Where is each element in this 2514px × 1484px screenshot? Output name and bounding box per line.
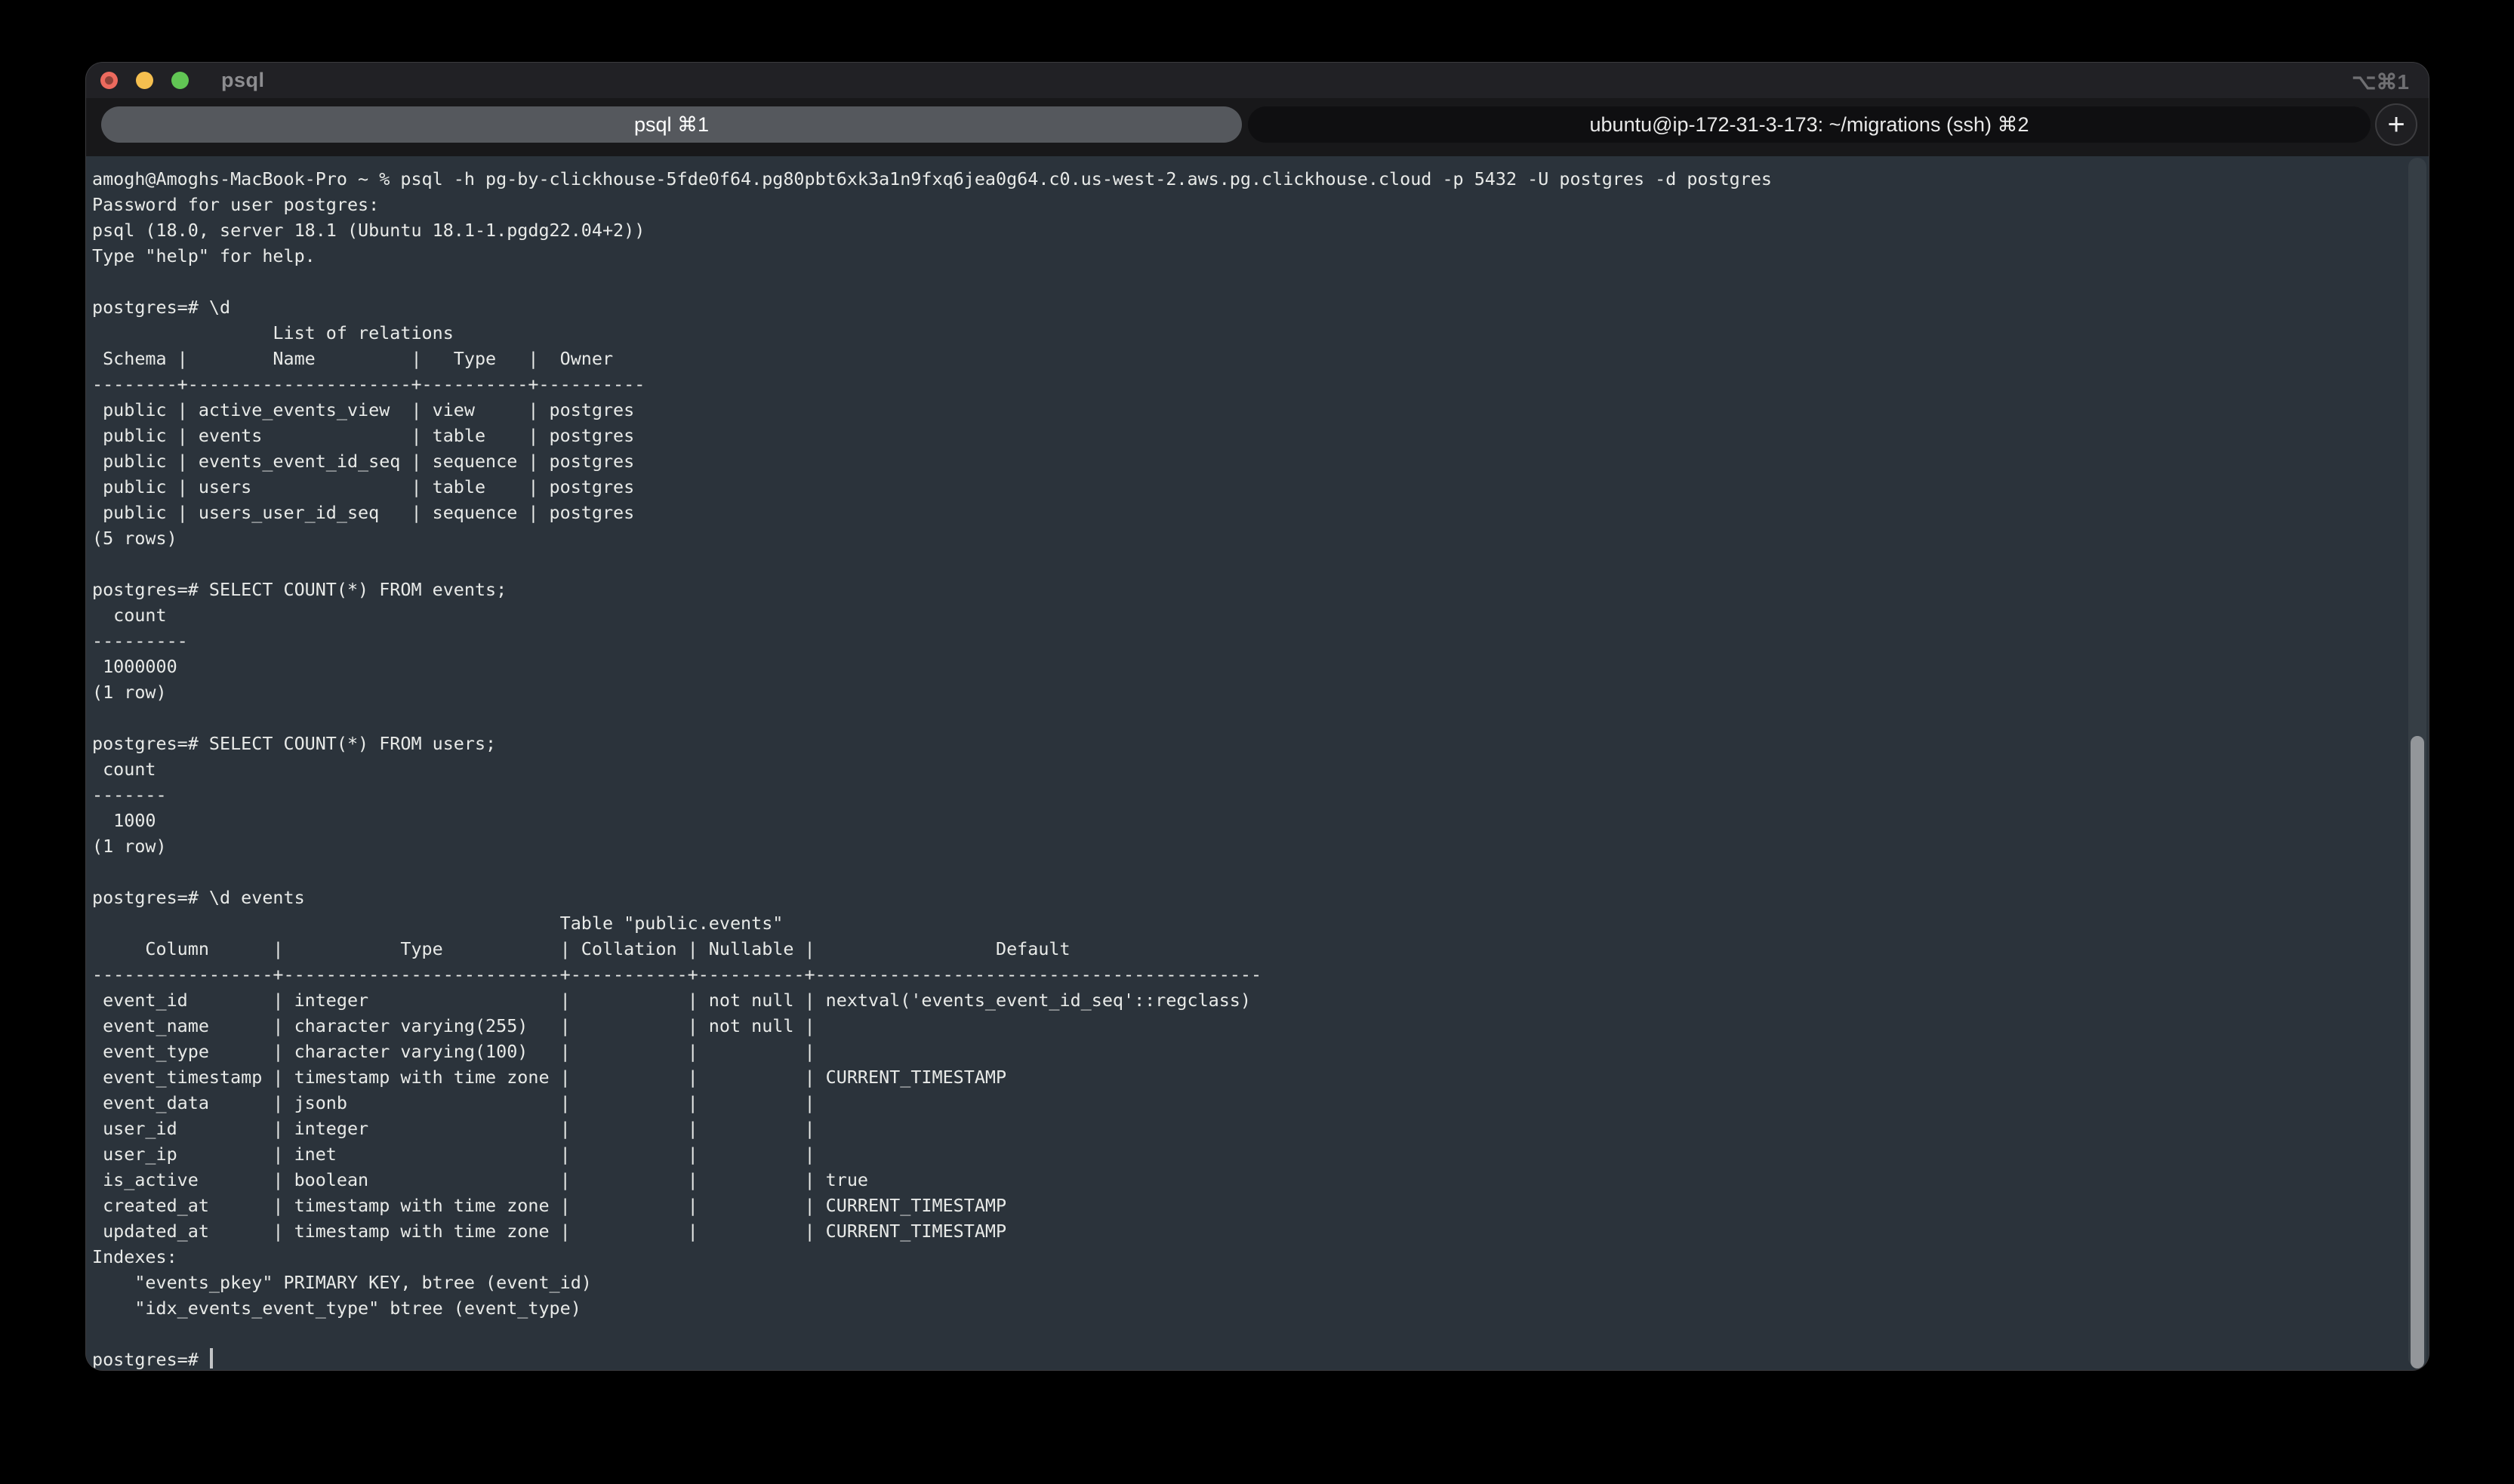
terminal-line: updated_at | timestamp with time zone | …: [92, 1218, 2429, 1244]
terminal-line: --------+---------------------+---------…: [92, 371, 2429, 397]
terminal-line: Table "public.events": [92, 910, 2429, 936]
terminal-line: Indexes:: [92, 1244, 2429, 1270]
terminal-line: is_active | boolean | | | true: [92, 1167, 2429, 1193]
terminal-line: [92, 269, 2429, 294]
terminal-line: event_timestamp | timestamp with time zo…: [92, 1064, 2429, 1090]
terminal-line: "idx_events_event_type" btree (event_typ…: [92, 1295, 2429, 1321]
tab-psql[interactable]: psql ⌘1: [101, 106, 1242, 143]
terminal-cursor: [210, 1348, 213, 1369]
terminal-line: count: [92, 602, 2429, 628]
terminal-line: 1000000: [92, 654, 2429, 679]
new-tab-button[interactable]: +: [2375, 103, 2417, 146]
terminal-line: List of relations: [92, 320, 2429, 346]
tab-ssh-migrations-label: ubuntu@ip-172-31-3-173: ~/migrations (ss…: [1590, 113, 2029, 137]
minimize-button[interactable]: [136, 72, 153, 89]
close-button[interactable]: [100, 72, 118, 89]
terminal-line: [92, 705, 2429, 731]
plus-icon: +: [2387, 106, 2405, 143]
traffic-lights: [100, 72, 189, 89]
terminal-line: [92, 1321, 2429, 1347]
terminal-line: amogh@Amoghs-MacBook-Pro ~ % psql -h pg-…: [92, 166, 2429, 192]
terminal-line: event_id | integer | | not null | nextva…: [92, 987, 2429, 1013]
terminal-line: [92, 859, 2429, 885]
terminal-prompt: postgres=#: [92, 1349, 209, 1370]
terminal-line: public | events_event_id_seq | sequence …: [92, 448, 2429, 474]
terminal-window: psql ⌥⌘1 psql ⌘1 ubuntu@ip-172-31-3-173:…: [86, 63, 2429, 1370]
window-shortcut-hint: ⌥⌘1: [2352, 69, 2409, 94]
terminal-line: public | active_events_view | view | pos…: [92, 397, 2429, 423]
terminal-line: event_type | character varying(100) | | …: [92, 1039, 2429, 1064]
terminal-line: ---------: [92, 628, 2429, 654]
terminal-line: 1000: [92, 808, 2429, 833]
terminal-prompt-line: postgres=#: [92, 1347, 2429, 1370]
terminal[interactable]: amogh@Amoghs-MacBook-Pro ~ % psql -h pg-…: [86, 156, 2429, 1370]
terminal-line: public | users_user_id_seq | sequence | …: [92, 500, 2429, 525]
terminal-line: [92, 551, 2429, 577]
terminal-line: postgres=# SELECT COUNT(*) FROM users;: [92, 731, 2429, 756]
terminal-line: public | events | table | postgres: [92, 423, 2429, 448]
terminal-line: user_id | integer | | |: [92, 1116, 2429, 1141]
terminal-line: "events_pkey" PRIMARY KEY, btree (event_…: [92, 1270, 2429, 1295]
scrollbar-thumb[interactable]: [2411, 736, 2424, 1369]
terminal-line: -----------------+----------------------…: [92, 962, 2429, 987]
terminal-line: Schema | Name | Type | Owner: [92, 346, 2429, 371]
window-title: psql: [221, 69, 265, 92]
terminal-line: postgres=# \d: [92, 294, 2429, 320]
zoom-button[interactable]: [171, 72, 189, 89]
terminal-line: Column | Type | Collation | Nullable | D…: [92, 936, 2429, 962]
terminal-line: psql (18.0, server 18.1 (Ubuntu 18.1-1.p…: [92, 217, 2429, 243]
terminal-line: postgres=# SELECT COUNT(*) FROM events;: [92, 577, 2429, 602]
terminal-line: created_at | timestamp with time zone | …: [92, 1193, 2429, 1218]
tab-ssh-migrations[interactable]: ubuntu@ip-172-31-3-173: ~/migrations (ss…: [1248, 106, 2371, 143]
terminal-output: amogh@Amoghs-MacBook-Pro ~ % psql -h pg-…: [92, 166, 2429, 1347]
terminal-line: Type "help" for help.: [92, 243, 2429, 269]
terminal-line: (5 rows): [92, 525, 2429, 551]
terminal-line: (1 row): [92, 833, 2429, 859]
terminal-line: event_name | character varying(255) | | …: [92, 1013, 2429, 1039]
terminal-line: (1 row): [92, 679, 2429, 705]
terminal-line: -------: [92, 782, 2429, 808]
terminal-line: Password for user postgres:: [92, 192, 2429, 217]
title-bar: psql ⌥⌘1: [86, 63, 2429, 98]
terminal-line: count: [92, 756, 2429, 782]
tab-psql-label: psql ⌘1: [634, 113, 709, 137]
terminal-line: user_ip | inet | | |: [92, 1141, 2429, 1167]
terminal-line: event_data | jsonb | | |: [92, 1090, 2429, 1116]
tab-bar: psql ⌘1 ubuntu@ip-172-31-3-173: ~/migrat…: [86, 98, 2429, 156]
terminal-line: postgres=# \d events: [92, 885, 2429, 910]
terminal-line: public | users | table | postgres: [92, 474, 2429, 500]
